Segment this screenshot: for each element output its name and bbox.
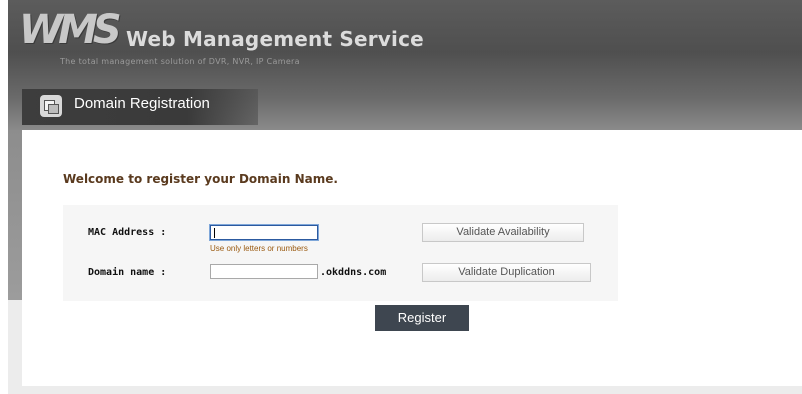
domain-name-input[interactable] bbox=[210, 264, 318, 279]
domain-name-label: Domain name : bbox=[88, 267, 167, 278]
side-strip bbox=[8, 130, 23, 300]
main-content: Welcome to register your Domain Name. MA… bbox=[22, 130, 802, 386]
mac-address-label: MAC Address : bbox=[88, 227, 167, 238]
registration-form: MAC Address : Use only letters or number… bbox=[63, 205, 618, 301]
mac-address-input[interactable] bbox=[209, 224, 319, 241]
text-caret bbox=[214, 228, 215, 238]
brand-title: Web Management Service bbox=[126, 27, 424, 51]
domain-suffix: .okddns.com bbox=[320, 267, 387, 278]
app-frame: WMS Web Management Service The total man… bbox=[8, 0, 802, 394]
welcome-message: Welcome to register your Domain Name. bbox=[63, 172, 338, 186]
validate-duplication-button[interactable]: Validate Duplication bbox=[422, 263, 591, 282]
window-icon bbox=[40, 95, 62, 117]
wms-logo: WMS bbox=[19, 7, 122, 53]
tab-title: Domain Registration bbox=[74, 95, 210, 112]
register-button[interactable]: Register bbox=[375, 305, 469, 331]
mac-address-hint: Use only letters or numbers bbox=[210, 244, 308, 253]
tab-domain-registration[interactable]: Domain Registration bbox=[22, 89, 258, 125]
validate-availability-button[interactable]: Validate Availability bbox=[422, 223, 584, 242]
tagline: The total management solution of DVR, NV… bbox=[60, 57, 300, 66]
